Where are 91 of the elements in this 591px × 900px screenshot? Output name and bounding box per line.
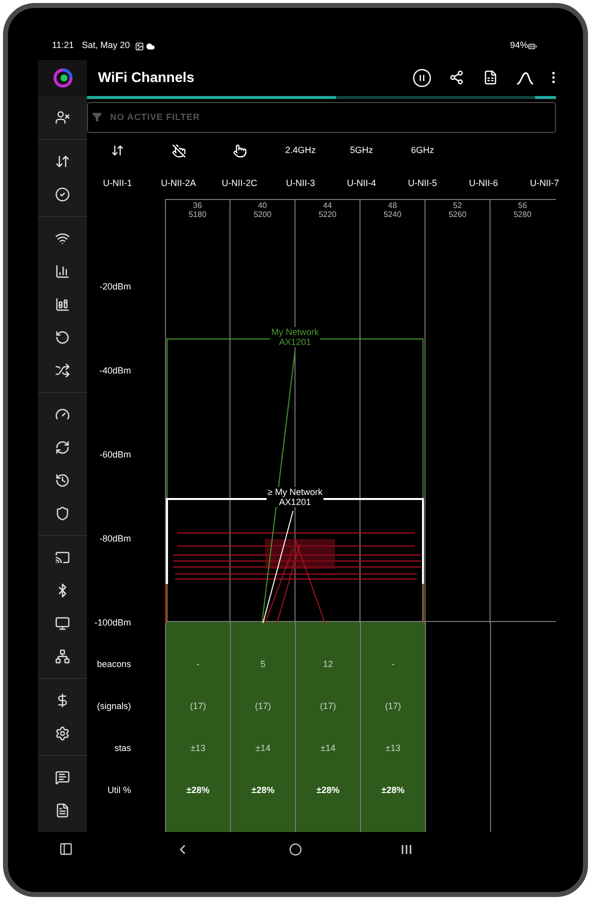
- sub-band-tab[interactable]: U-NII-4: [347, 177, 376, 191]
- row-label: stas: [114, 742, 131, 755]
- sub-band-tab[interactable]: U-NII-2C: [222, 177, 258, 191]
- table-cell-text: ±13: [386, 742, 400, 755]
- table-cell-text: (17): [254, 700, 271, 713]
- window-title: WiFi Channels: [98, 68, 194, 88]
- channel-number: 52: [453, 200, 462, 210]
- channel-frequency: 5180: [188, 210, 206, 219]
- band-toggle[interactable]: 6GHz: [410, 144, 434, 158]
- table-cell-text: ±28%: [252, 784, 274, 797]
- pointer-icon[interactable]: [232, 144, 246, 158]
- user-x-icon[interactable]: [55, 110, 70, 125]
- battery-icon: [528, 42, 537, 50]
- gauge-icon[interactable]: [55, 407, 70, 422]
- channel-number: 44: [323, 200, 332, 210]
- check-circle-icon[interactable]: [55, 187, 70, 202]
- status-date: Sat, May 20: [82, 39, 130, 52]
- network-model: AX1201: [278, 496, 311, 507]
- filter-field[interactable]: NO ACTIVE FILTER: [87, 102, 556, 133]
- row-label: (signals): [96, 700, 131, 713]
- monitor-icon[interactable]: [55, 616, 70, 631]
- cast-icon[interactable]: [55, 550, 70, 565]
- table-cell-text: -: [392, 658, 394, 671]
- y-axis-label: -80dBm: [99, 534, 131, 544]
- channel-number: 40: [258, 200, 267, 210]
- dollar-icon[interactable]: [55, 693, 70, 708]
- table-cell-text: ±28%: [316, 784, 340, 797]
- network-model: AX1201: [278, 336, 311, 347]
- channel-frequency: 5240: [384, 210, 402, 219]
- status-time: 11:21: [52, 39, 74, 52]
- sub-band-tab[interactable]: U-NII-7: [530, 177, 559, 191]
- channel-frequency: 5280: [514, 210, 532, 219]
- row-label: Util %: [107, 784, 131, 797]
- document-icon[interactable]: [55, 803, 70, 818]
- battery-level: 94%: [510, 39, 528, 52]
- bar-chart-icon[interactable]: [55, 264, 70, 279]
- table-cell-text: ±14: [256, 742, 270, 755]
- sub-band-tab[interactable]: U-NII-5: [408, 177, 437, 191]
- y-axis-label: -40dBm: [99, 366, 131, 376]
- table-cell-text: (17): [320, 700, 336, 713]
- spreadsheet-icon[interactable]: [483, 70, 498, 86]
- table-cell-text: ±14: [320, 742, 336, 755]
- table-cell-text: ±13: [190, 742, 206, 755]
- curve-icon[interactable]: [516, 70, 534, 85]
- home-icon[interactable]: [289, 842, 302, 856]
- settings-icon[interactable]: [55, 726, 70, 741]
- chat-icon[interactable]: [55, 770, 70, 785]
- sort-icon[interactable]: [111, 144, 124, 158]
- arrows-icon[interactable]: [55, 154, 70, 169]
- wifi-icon[interactable]: [55, 231, 70, 246]
- filter-icon: [92, 112, 102, 122]
- sub-band-tab[interactable]: U-NII-3: [286, 177, 315, 191]
- network-name: My Network: [271, 326, 319, 337]
- sub-band-tab[interactable]: U-NII-2A: [160, 177, 196, 191]
- shield-icon[interactable]: [55, 506, 70, 521]
- channel-frequency: 5260: [448, 210, 466, 219]
- table-cell-text: 5: [260, 658, 266, 671]
- table-cell-text: -: [196, 658, 200, 671]
- panel-icon[interactable]: [59, 842, 73, 856]
- logo-icon[interactable]: [52, 68, 72, 88]
- share-icon[interactable]: [449, 70, 464, 86]
- sub-band-tab[interactable]: U-NII-1: [103, 177, 132, 191]
- recents-icon[interactable]: [401, 844, 412, 854]
- network-icon[interactable]: [55, 649, 70, 664]
- y-axis-label: -60dBm: [99, 450, 131, 460]
- pause-icon[interactable]: [412, 68, 432, 88]
- table-cell-text: ±28%: [186, 784, 210, 797]
- stacked-chart-icon[interactable]: [55, 297, 70, 312]
- shuffle-icon[interactable]: [55, 363, 70, 378]
- cloud-icon: [146, 42, 155, 50]
- y-axis-label: -20dBm: [99, 282, 131, 292]
- sub-band-tab[interactable]: U-NII-6: [469, 177, 498, 191]
- network-name: ≥ My Network: [268, 486, 322, 497]
- channel-frequency: 5220: [318, 210, 336, 219]
- channel-frequency: 5200: [254, 210, 272, 219]
- y-axis-label: -100dBm: [94, 618, 131, 628]
- row-label: beacons: [96, 658, 131, 671]
- refresh-icon[interactable]: [55, 440, 70, 455]
- rotate-icon[interactable]: [55, 330, 70, 345]
- channel-number: 48: [388, 200, 397, 210]
- table-cell-text: (17): [384, 700, 401, 713]
- image-icon: [134, 42, 144, 50]
- channel-number: 36: [193, 200, 202, 210]
- table-cell-text: ±28%: [382, 784, 404, 797]
- band-toggle[interactable]: 2.4GHz: [285, 144, 316, 158]
- pointer-off-icon[interactable]: [172, 144, 186, 158]
- band-toggle[interactable]: 5GHz: [350, 144, 373, 158]
- table-cell-text: (17): [190, 700, 206, 713]
- channel-number: 56: [518, 200, 527, 210]
- table-cell-text: 12: [322, 658, 333, 671]
- history-icon[interactable]: [55, 473, 70, 488]
